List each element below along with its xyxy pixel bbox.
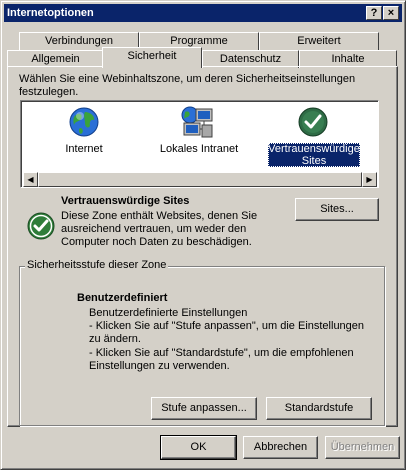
apply-button[interactable]: Übernehmen <box>325 436 400 459</box>
zone-trusted-label[interactable]: Vertrauenswürdige Sites <box>268 143 360 167</box>
zone-internet-label[interactable]: Internet <box>56 143 112 155</box>
tab-sicherheit[interactable]: Sicherheit <box>102 47 202 68</box>
security-level-line-2: - Klicken Sie auf "Stufe anpassen", um d… <box>89 320 365 345</box>
ok-button[interactable]: OK <box>160 435 237 460</box>
close-button[interactable]: × <box>383 6 399 20</box>
custom-level-button[interactable]: Stufe anpassen... <box>151 397 257 420</box>
sites-button[interactable]: Sites... <box>295 198 379 221</box>
default-level-button[interactable]: Standardstufe <box>266 397 372 420</box>
selected-zone-description: Diese Zone enthält Websites, denen Sie a… <box>61 210 258 248</box>
selected-zone-check-icon <box>27 212 55 240</box>
security-level-line-3: - Klicken Sie auf "Standardstufe", um di… <box>89 347 354 372</box>
zone-list-scrollbar[interactable]: ◀ ▶ <box>23 172 377 187</box>
scroll-right-arrow-icon[interactable]: ▶ <box>362 172 377 187</box>
title-bar[interactable]: Internetoptionen ? × <box>4 4 402 22</box>
cancel-button[interactable]: Abbrechen <box>243 436 318 459</box>
globe-icon[interactable] <box>68 106 100 138</box>
tab-erweitert[interactable]: Erweitert <box>259 32 379 50</box>
scroll-thumb[interactable] <box>38 172 362 187</box>
intranet-computers-icon[interactable] <box>180 105 216 139</box>
security-level-name: Benutzerdefiniert <box>77 292 168 304</box>
help-button[interactable]: ? <box>366 6 382 20</box>
security-level-legend: Sicherheitsstufe dieser Zone <box>25 259 169 271</box>
internet-options-window: Internetoptionen ? × Verbindungen Progra… <box>0 0 406 470</box>
security-level-line-1: Benutzerdefinierte Einstellungen <box>89 307 248 319</box>
zone-intranet-label[interactable]: Lokales Intranet <box>156 143 242 155</box>
selected-zone-title: Vertrauenswürdige Sites <box>61 195 190 207</box>
trusted-check-icon[interactable] <box>297 106 329 138</box>
scroll-left-arrow-icon[interactable]: ◀ <box>23 172 38 187</box>
window-title: Internetoptionen <box>7 7 94 19</box>
zone-instruction: Wählen Sie eine Webinhaltszone, um deren… <box>19 73 356 98</box>
